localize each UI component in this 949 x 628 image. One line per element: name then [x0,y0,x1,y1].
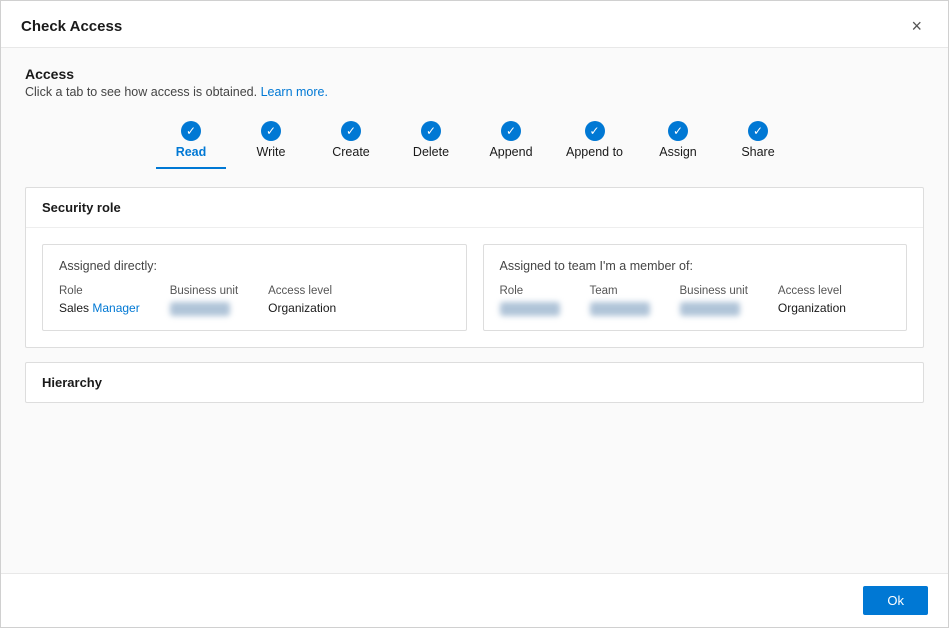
tab-delete-icon: ✓ [421,121,441,141]
tab-read-icon: ✓ [181,121,201,141]
team-business-unit-col: Business unit [680,285,748,316]
team-col-header: Team [590,285,650,297]
role-col-header: Role [59,285,140,297]
assigned-team-table: Role Team [500,285,891,316]
team-blurred [590,302,650,316]
team-role-col: Role [500,285,560,316]
access-description: Click a tab to see how access is obtaine… [25,85,924,99]
assigned-directly-table: Role Sales Manager Business unit [59,285,450,316]
tab-read[interactable]: ✓ Read [156,117,226,169]
tab-append[interactable]: ✓ Append [476,117,546,169]
tab-share[interactable]: ✓ Share [723,117,793,169]
tab-delete-label: Delete [413,145,449,159]
business-unit-col-header: Business unit [170,285,238,297]
assigned-directly-box: Assigned directly: Role Sales Manager Bu… [42,244,467,331]
tab-share-label: Share [741,145,774,159]
dialog-footer: Ok [1,573,948,627]
role-manager-link[interactable]: Manager [92,301,139,315]
team-business-unit-col-header: Business unit [680,285,748,297]
security-role-panel: Security role Assigned directly: Role Sa… [25,187,924,348]
tab-append-to-icon: ✓ [585,121,605,141]
check-access-dialog: Check Access × Access Click a tab to see… [0,0,949,628]
tab-append-icon: ✓ [501,121,521,141]
dialog-body: Access Click a tab to see how access is … [1,48,948,573]
close-button[interactable]: × [905,15,928,37]
dialog-title: Check Access [21,18,122,35]
team-business-unit-col-value [680,301,748,316]
dialog-header: Check Access × [1,1,948,48]
tab-delete[interactable]: ✓ Delete [396,117,466,169]
assigned-team-box: Assigned to team I'm a member of: Role T… [483,244,908,331]
tab-read-label: Read [176,145,207,159]
access-level-col-value: Organization [268,301,336,315]
team-role-blurred [500,302,560,316]
tab-write[interactable]: ✓ Write [236,117,306,169]
hierarchy-header: Hierarchy [26,363,923,402]
assigned-directly-title: Assigned directly: [59,259,450,273]
business-unit-blurred [170,302,230,316]
access-level-col: Access level Organization [268,285,336,316]
learn-more-link[interactable]: Learn more. [261,85,328,99]
team-access-level-col-value: Organization [778,301,846,315]
team-role-col-value [500,301,560,316]
tab-share-icon: ✓ [748,121,768,141]
assigned-panels: Assigned directly: Role Sales Manager Bu… [42,244,907,331]
tab-create-icon: ✓ [341,121,361,141]
tab-append-to[interactable]: ✓ Append to [556,117,633,169]
tab-append-to-label: Append to [566,145,623,159]
tab-write-label: Write [257,145,286,159]
business-unit-col: Business unit [170,285,238,316]
tab-assign-label: Assign [659,145,697,159]
ok-button[interactable]: Ok [863,586,928,615]
security-role-body: Assigned directly: Role Sales Manager Bu… [26,228,923,347]
role-col: Role Sales Manager [59,285,140,316]
tab-write-icon: ✓ [261,121,281,141]
role-col-value: Sales Manager [59,301,140,315]
team-business-unit-blurred [680,302,740,316]
team-role-col-header: Role [500,285,560,297]
access-level-col-header: Access level [268,285,336,297]
team-access-level-col-header: Access level [778,285,846,297]
hierarchy-panel: Hierarchy [25,362,924,403]
tab-assign-icon: ✓ [668,121,688,141]
tab-append-label: Append [489,145,532,159]
tabs-row: ✓ Read ✓ Write ✓ Create ✓ Delete ✓ Appen… [25,117,924,169]
access-title: Access [25,66,924,82]
security-role-header: Security role [26,188,923,228]
tab-assign[interactable]: ✓ Assign [643,117,713,169]
tab-create-label: Create [332,145,370,159]
access-heading: Access Click a tab to see how access is … [25,66,924,99]
tab-create[interactable]: ✓ Create [316,117,386,169]
team-access-level-col: Access level Organization [778,285,846,316]
business-unit-col-value [170,301,238,316]
team-col: Team [590,285,650,316]
team-col-value [590,301,650,316]
assigned-team-title: Assigned to team I'm a member of: [500,259,891,273]
